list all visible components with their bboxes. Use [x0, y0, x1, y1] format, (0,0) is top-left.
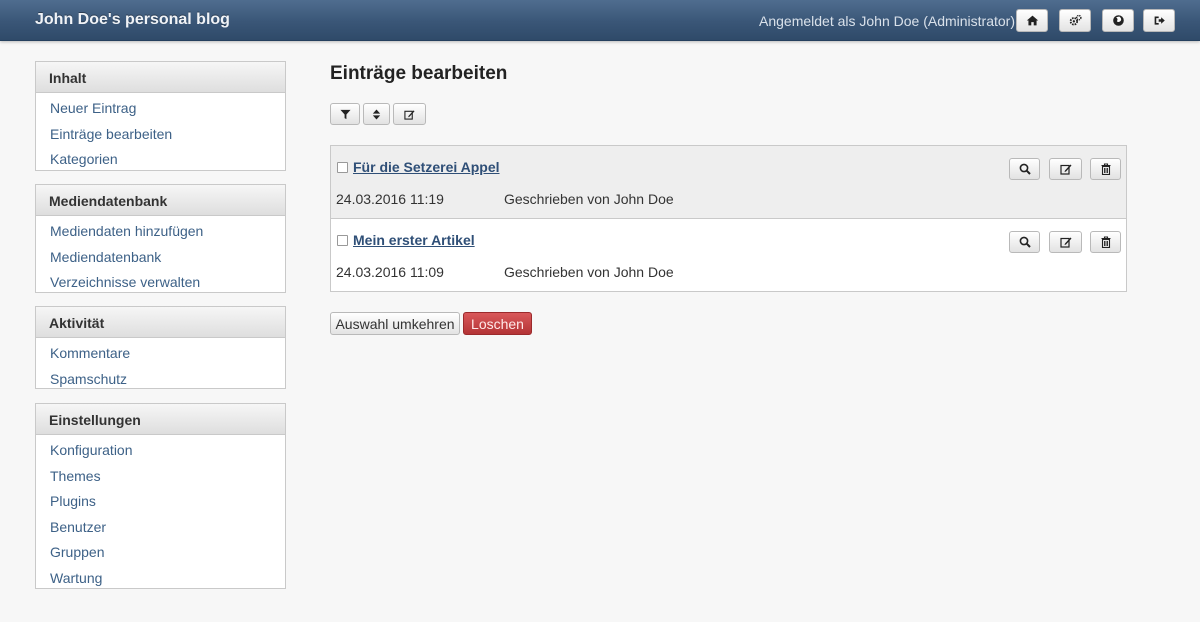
sidebar-item-label[interactable]: Mediendaten hinzufügen	[50, 223, 203, 239]
entry-row: Für die Setzerei Appel 24.03.2016 11:19 …	[331, 146, 1126, 219]
sidebar-item-maintenance[interactable]: Wartung	[36, 566, 285, 592]
sidebar-item-label[interactable]: Wartung	[50, 570, 102, 586]
sidebar-item-label[interactable]: Kategorien	[50, 151, 118, 167]
sidebar-panel-settings: Einstellungen Konfiguration Themes Plugi…	[35, 403, 286, 589]
delete-selected-button[interactable]: Loschen	[463, 312, 532, 335]
sidebar-item-label[interactable]: Kommentare	[50, 345, 130, 361]
sidebar-item-spam-protection[interactable]: Spamschutz	[36, 367, 285, 393]
sidebar-item-edit-entries[interactable]: Einträge bearbeiten	[36, 122, 285, 148]
sidebar-item-add-media[interactable]: Mediendaten hinzufügen	[36, 219, 285, 245]
sidebar-item-media-library[interactable]: Mediendatenbank	[36, 245, 285, 271]
sidebar-item-categories[interactable]: Kategorien	[36, 147, 285, 173]
edit-button[interactable]	[1049, 158, 1082, 180]
sidebar-item-label[interactable]: Mediendatenbank	[50, 249, 161, 265]
sidebar-heading: Inhalt	[36, 62, 285, 93]
page-title: Einträge bearbeiten	[330, 63, 508, 84]
edit-button[interactable]	[1049, 231, 1082, 253]
sidebar-heading: Aktivität	[36, 307, 285, 338]
delete-button[interactable]	[1090, 158, 1121, 180]
logout-button[interactable]	[1143, 9, 1175, 32]
sidebar-item-configuration[interactable]: Konfiguration	[36, 438, 285, 464]
entry-row: Mein erster Artikel 24.03.2016 11:09 Ges…	[331, 219, 1126, 292]
preview-button[interactable]	[1009, 158, 1040, 180]
filter-button[interactable]	[330, 103, 360, 125]
sidebar-item-label[interactable]: Neuer Eintrag	[50, 100, 136, 116]
sidebar-item-label[interactable]: Konfiguration	[50, 442, 133, 458]
edit-icon	[1059, 237, 1071, 248]
invert-selection-button[interactable]: Auswahl umkehren	[330, 312, 460, 335]
edit-icon	[1059, 164, 1071, 175]
bulk-edit-button[interactable]	[393, 103, 426, 125]
sidebar-heading: Einstellungen	[36, 404, 285, 435]
sidebar-item-label[interactable]: Themes	[50, 468, 101, 484]
sidebar-item-label[interactable]: Verzeichnisse verwalten	[50, 274, 200, 290]
entry-date: 24.03.2016 11:19	[336, 191, 444, 207]
top-bar: John Doe's personal blog Angemeldet als …	[0, 0, 1200, 41]
sidebar-item-themes[interactable]: Themes	[36, 464, 285, 490]
entry-author: Geschrieben von John Doe	[504, 191, 674, 207]
entry-checkbox[interactable]	[337, 162, 348, 173]
entries-list: Für die Setzerei Appel 24.03.2016 11:19 …	[330, 145, 1127, 292]
filter-icon	[339, 109, 351, 119]
logout-icon	[1154, 16, 1165, 25]
sidebar-item-label[interactable]: Benutzer	[50, 519, 106, 535]
login-status: Angemeldet als John Doe (Administrator)	[759, 13, 1016, 29]
trash-icon	[1101, 163, 1110, 175]
sidebar-item-groups[interactable]: Gruppen	[36, 540, 285, 566]
sidebar-item-label[interactable]: Gruppen	[50, 544, 104, 560]
entry-date: 24.03.2016 11:09	[336, 264, 444, 280]
sidebar-item-new-entry[interactable]: Neuer Eintrag	[36, 96, 285, 122]
sidebar-panel-inhalt: Inhalt Neuer Eintrag Einträge bearbeiten…	[35, 61, 286, 171]
sidebar-item-label[interactable]: Spamschutz	[50, 371, 127, 387]
trash-icon	[1101, 236, 1110, 248]
sidebar-panel-activity: Aktivität Kommentare Spamschutz	[35, 306, 286, 389]
sidebar-item-manage-directories[interactable]: Verzeichnisse verwalten	[36, 270, 285, 296]
edit-icon	[404, 109, 415, 120]
cogs-icon	[1069, 14, 1082, 26]
entry-title-link[interactable]: Mein erster Artikel	[353, 232, 475, 248]
sidebar-item-users[interactable]: Benutzer	[36, 515, 285, 541]
sort-icon	[372, 108, 381, 120]
sort-button[interactable]	[363, 103, 390, 125]
entry-author: Geschrieben von John Doe	[504, 264, 674, 280]
entry-title-link[interactable]: Für die Setzerei Appel	[353, 159, 500, 175]
home-icon	[1026, 15, 1038, 26]
search-icon	[1019, 236, 1031, 248]
search-icon	[1019, 163, 1031, 175]
view-site-button[interactable]	[1102, 9, 1134, 32]
sidebar-panel-media: Mediendatenbank Mediendaten hinzufügen M…	[35, 184, 286, 293]
sidebar-item-label[interactable]: Plugins	[50, 493, 96, 509]
sidebar-heading: Mediendatenbank	[36, 185, 285, 216]
sidebar-item-plugins[interactable]: Plugins	[36, 489, 285, 515]
settings-button[interactable]	[1059, 9, 1091, 32]
delete-button[interactable]	[1090, 231, 1121, 253]
entry-checkbox[interactable]	[337, 235, 348, 246]
globe-icon	[1112, 15, 1124, 26]
sidebar-item-comments[interactable]: Kommentare	[36, 341, 285, 367]
preview-button[interactable]	[1009, 231, 1040, 253]
home-button[interactable]	[1016, 9, 1048, 32]
sidebar-item-label[interactable]: Einträge bearbeiten	[50, 126, 172, 142]
blog-title[interactable]: John Doe's personal blog	[35, 11, 230, 29]
